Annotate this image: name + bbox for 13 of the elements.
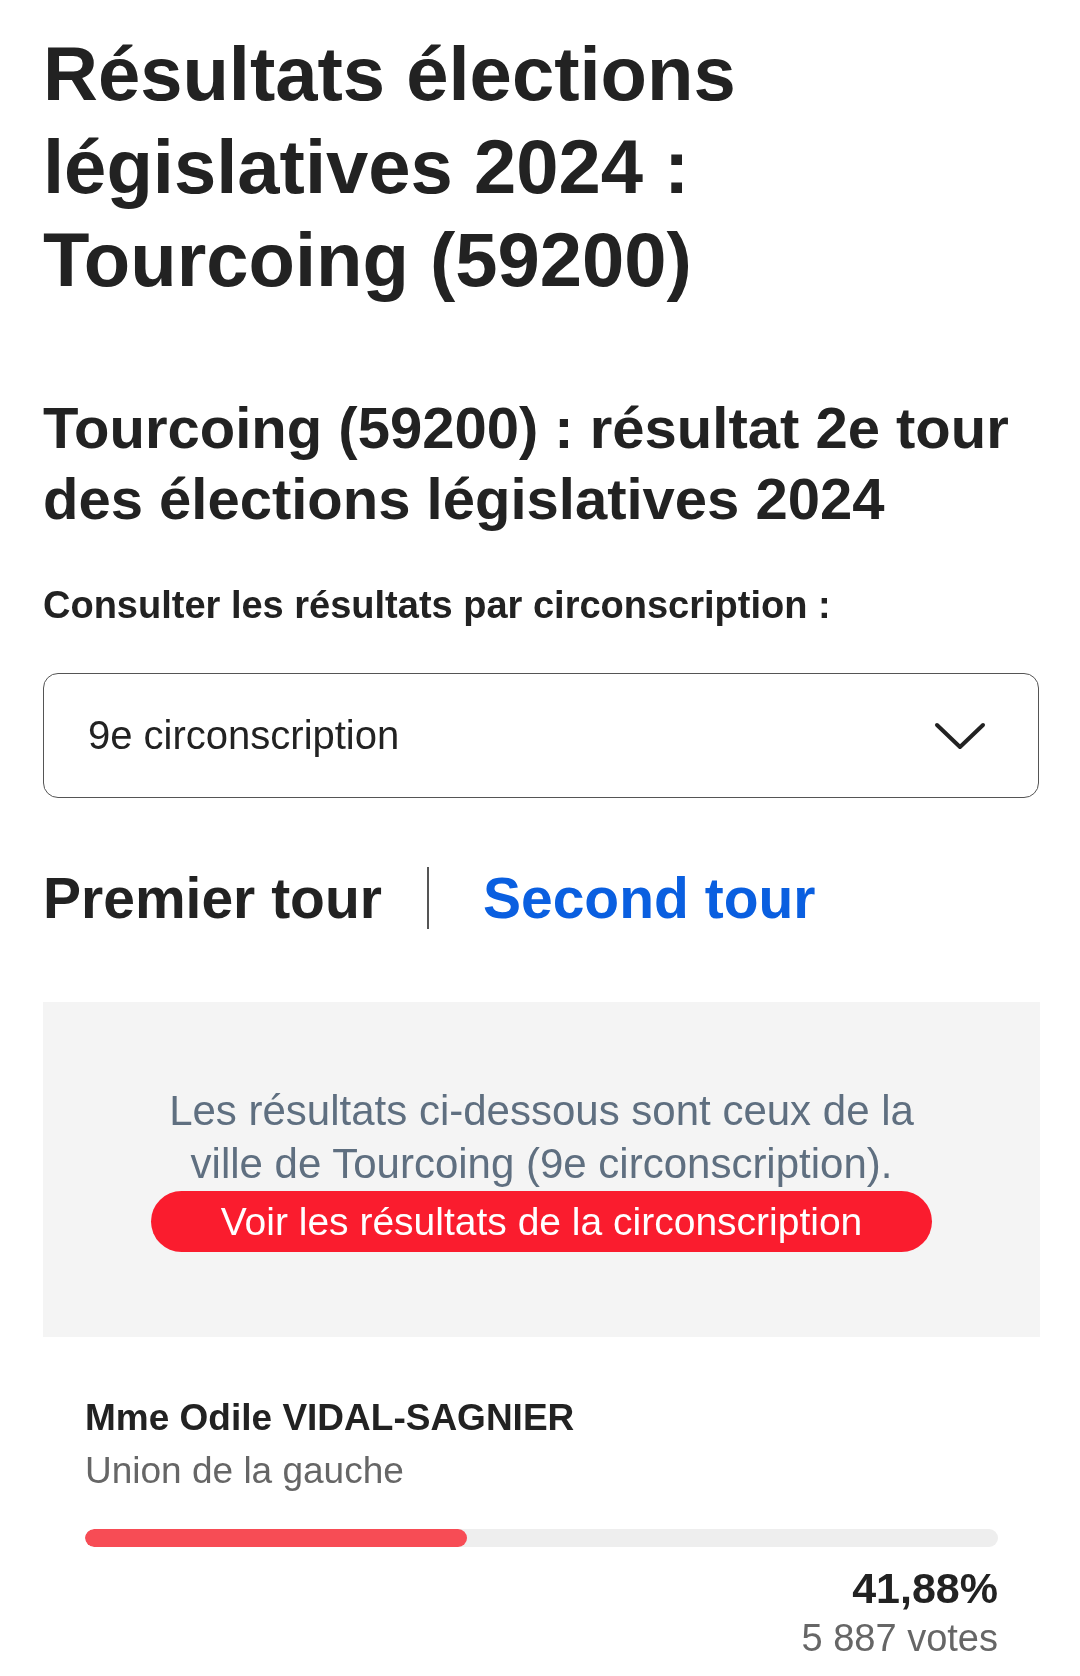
candidate-party: Union de la gauche <box>85 1449 404 1493</box>
vote-percentage: 41,88% <box>852 1564 998 1612</box>
candidate-name: Mme Odile VIDAL-SAGNIER <box>85 1396 575 1440</box>
selector-label: Consulter les résultats par circonscription : <box>43 583 831 627</box>
notice-text: Les résultats ci-dessous sont ceux de la ville de Tourcoing (9e circonscription). <box>168 1086 915 1189</box>
section-title: Tourcoing (59200) : résultat 2e tour des élections législatives 2024 <box>43 394 1010 533</box>
district-results-button[interactable]: Voir les résultats de la circonscription <box>151 1191 932 1252</box>
chevron-down-icon <box>934 721 986 750</box>
page-title: Résultats élections législatives 2024 : Tourcoing (59200) <box>43 30 737 304</box>
round-tab[interactable]: Premier tour <box>43 867 382 929</box>
district-dropdown[interactable]: 9e circonscription <box>43 673 1039 798</box>
vote-count: 5 887 votes <box>801 1616 998 1660</box>
round-tab[interactable]: Second tour <box>482 867 816 929</box>
